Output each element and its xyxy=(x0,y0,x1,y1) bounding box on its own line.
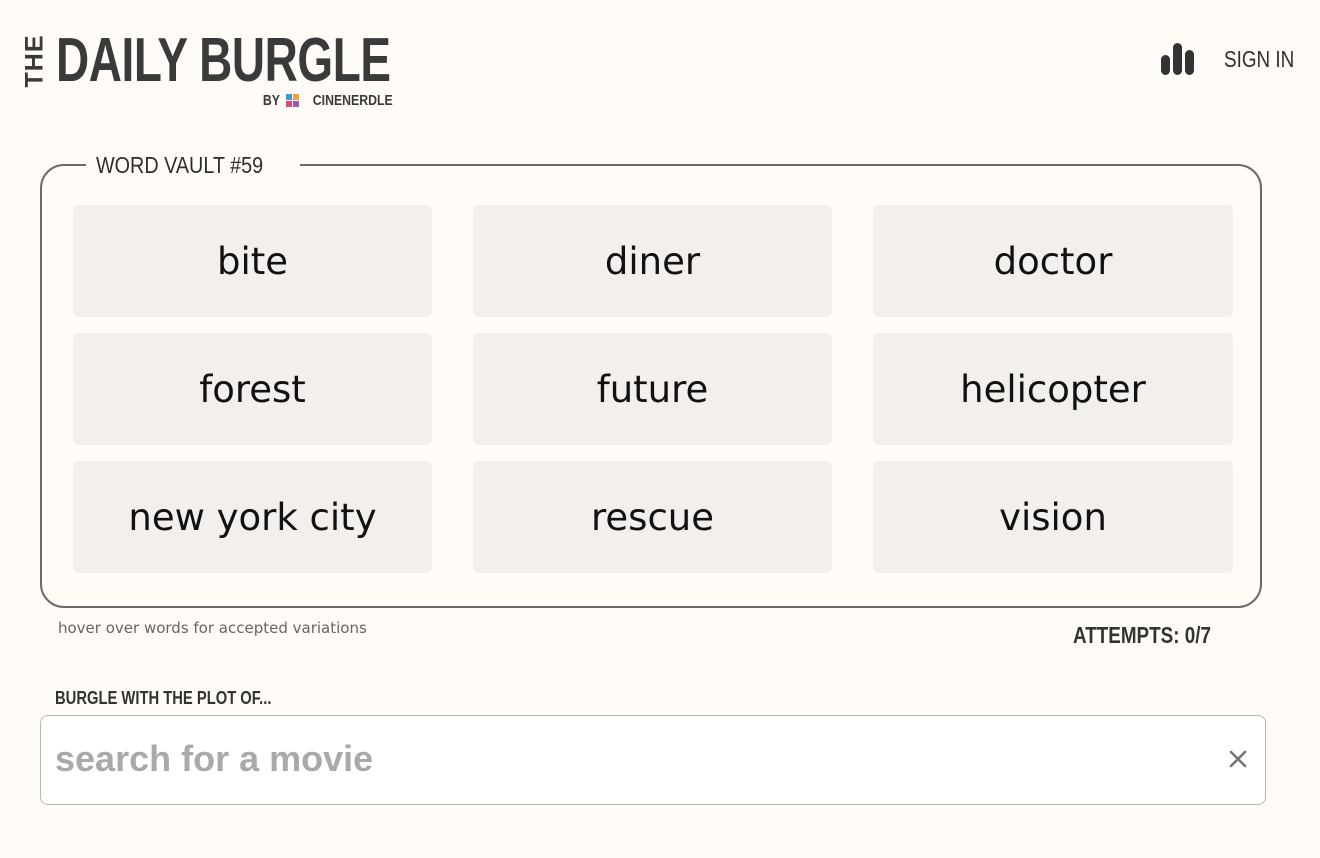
word-tile[interactable]: forest xyxy=(73,333,432,445)
cinenerdle-logo-icon xyxy=(286,94,300,107)
logo-brand-text: CINENERDLE xyxy=(313,92,394,109)
logo[interactable]: THE DAILY BURGLE BY CINENERDLE xyxy=(20,26,410,116)
movie-search-box xyxy=(40,715,1266,805)
word-tile[interactable]: doctor xyxy=(873,205,1233,317)
attempts-counter: ATTEMPTS: 0/7 xyxy=(1073,622,1211,648)
movie-search-input[interactable] xyxy=(55,716,1205,802)
word-tile[interactable]: bite xyxy=(73,205,432,317)
word-tile[interactable]: new york city xyxy=(73,461,432,573)
close-icon[interactable] xyxy=(1223,744,1253,774)
word-tile[interactable]: vision xyxy=(873,461,1233,573)
word-tile[interactable]: future xyxy=(473,333,832,445)
logo-the: THE xyxy=(20,34,49,88)
word-vault: WORD VAULT #59 bite diner doctor forest … xyxy=(40,150,1262,608)
bar-chart-icon[interactable] xyxy=(1160,42,1196,76)
logo-title: DAILY BURGLE xyxy=(56,26,391,95)
logo-by-text: BY xyxy=(262,92,280,109)
word-grid: bite diner doctor forest future helicopt… xyxy=(73,205,1233,573)
logo-byline: BY CINENERDLE xyxy=(261,92,402,109)
word-tile[interactable]: helicopter xyxy=(873,333,1233,445)
word-tile[interactable]: diner xyxy=(473,205,832,317)
word-tile[interactable]: rescue xyxy=(473,461,832,573)
vault-title: WORD VAULT #59 xyxy=(86,150,301,180)
sign-in-button[interactable]: SIGN IN xyxy=(1224,46,1294,73)
search-label: BURGLE WITH THE PLOT OF... xyxy=(55,688,272,708)
hover-hint: hover over words for accepted variations xyxy=(58,619,367,637)
